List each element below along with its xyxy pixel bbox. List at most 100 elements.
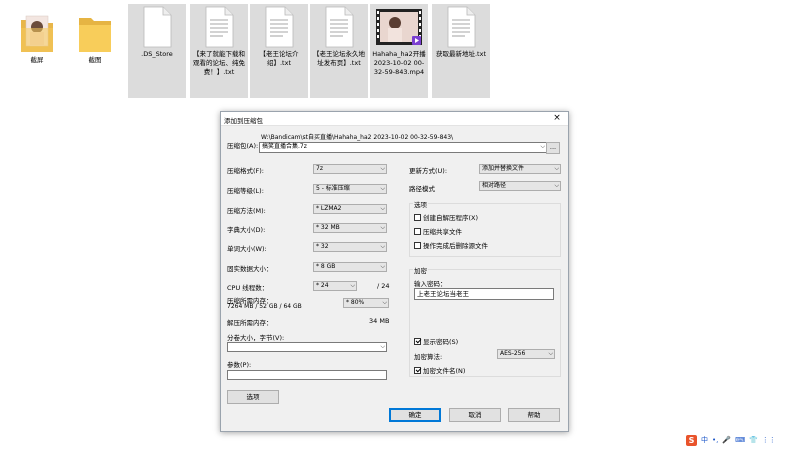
level-select[interactable]: 5 - 标准压缩 ⌵ bbox=[313, 184, 387, 194]
desktop-icon-video[interactable]: Hahaha_ha2开播 2023-10-02 00-32-59-843.mp4 bbox=[370, 4, 428, 98]
desktop-icon-ds-store[interactable]: .DS_Store bbox=[128, 4, 186, 98]
delete-after-label: 操作完成后删除源文件 bbox=[423, 242, 488, 250]
text-file-icon bbox=[447, 6, 476, 48]
mem-decompress-label: 解压所需内存： bbox=[227, 319, 273, 327]
chevron-down-icon: ⌵ bbox=[380, 343, 385, 350]
chevron-down-icon: ⌵ bbox=[380, 224, 385, 231]
update-select[interactable]: 添加并替换文件 ⌵ bbox=[479, 164, 561, 174]
chevron-down-icon: ⌵ bbox=[350, 282, 355, 289]
help-button[interactable]: 帮助 bbox=[508, 408, 560, 422]
desktop-icon-label: 获取最新地址.txt bbox=[435, 50, 486, 58]
path-label: 路径模式 bbox=[409, 185, 435, 193]
ok-button[interactable]: 确定 bbox=[389, 408, 441, 422]
cpu-label: CPU 线程数： bbox=[227, 284, 269, 292]
path-select[interactable]: 相对路径 ⌵ bbox=[479, 181, 561, 191]
desktop-icon-txt-address[interactable]: 【老王论坛永久地址发布页】.txt bbox=[310, 4, 368, 98]
archive-path: W:\Bandicam\st自买直播\Hahaha_ha2 2023-10-02… bbox=[261, 134, 454, 141]
shared-checkbox[interactable]: 压缩共享文件 bbox=[414, 226, 462, 236]
ime-punctuation-icon[interactable]: •, bbox=[712, 436, 718, 444]
skin-icon[interactable]: 👕 bbox=[749, 436, 758, 444]
video-file-icon bbox=[376, 9, 422, 45]
password-label: 输入密码： bbox=[414, 280, 447, 288]
dict-value: * 32 MB bbox=[316, 224, 340, 231]
solid-value: * 8 GB bbox=[316, 263, 336, 270]
method-select[interactable]: * LZMA2 ⌵ bbox=[313, 204, 387, 214]
close-icon[interactable]: × bbox=[552, 113, 562, 124]
format-select[interactable]: 7z ⌵ bbox=[313, 164, 387, 174]
word-select[interactable]: * 32 ⌵ bbox=[313, 242, 387, 252]
options-group-title: 选项 bbox=[413, 199, 428, 209]
archive-name-input[interactable]: 搞笑直播合集.7z ⌵ bbox=[259, 142, 547, 153]
chevron-down-icon: ⌵ bbox=[380, 205, 385, 212]
sogou-ime-icon[interactable]: S bbox=[686, 434, 697, 446]
encrypt-method-label: 加密算法: bbox=[414, 353, 443, 361]
password-input[interactable]: 上老王论坛当老王 bbox=[414, 288, 554, 300]
cpu-value: * 24 bbox=[316, 282, 329, 289]
encrypt-names-checkbox[interactable]: 加密文件名(N) bbox=[414, 365, 465, 375]
dialog-titlebar[interactable]: 添加到压缩包 × bbox=[221, 112, 568, 126]
mem-compress-value: * 80% bbox=[346, 299, 365, 306]
method-label: 压缩方法(M): bbox=[227, 207, 266, 215]
desktop-icon-txt-latest[interactable]: 获取最新地址.txt bbox=[432, 4, 490, 98]
show-password-checkbox[interactable]: 显示密码(S) bbox=[414, 336, 458, 346]
blank-file-icon bbox=[143, 6, 172, 48]
desktop-icon-label: 【老王论坛介绍】.txt bbox=[259, 50, 299, 67]
mem-decompress-value: 34 MB bbox=[369, 317, 390, 325]
level-label: 压缩等级(L): bbox=[227, 187, 264, 195]
mem-compress-select[interactable]: * 80% ⌵ bbox=[343, 298, 389, 308]
word-label: 单词大小(W): bbox=[227, 245, 267, 253]
delete-after-checkbox[interactable]: 操作完成后删除源文件 bbox=[414, 240, 488, 250]
ime-toolbox-icon[interactable]: ⋮⋮ bbox=[762, 436, 776, 444]
encrypt-method-select[interactable]: AES-256 ⌵ bbox=[497, 349, 555, 359]
desktop-icon-jieping[interactable]: 截屏 bbox=[8, 4, 66, 98]
desktop-icon-txt-intro[interactable]: 【老王论坛介绍】.txt bbox=[250, 4, 308, 98]
microphone-icon[interactable]: 🎤 bbox=[722, 436, 731, 444]
text-file-icon bbox=[265, 6, 294, 48]
cancel-button[interactable]: 取消 bbox=[449, 408, 501, 422]
format-label: 压缩格式(F): bbox=[227, 167, 265, 175]
browse-button[interactable]: ... bbox=[546, 142, 560, 154]
update-label: 更新方式(U): bbox=[409, 167, 448, 175]
encrypt-group-title: 加密 bbox=[413, 265, 428, 275]
desktop-icon-label: 【来了就能下载和观看的论坛、纯免费！】.txt bbox=[193, 50, 245, 76]
encrypt-names-label: 加密文件名(N) bbox=[423, 367, 466, 375]
keyboard-icon[interactable]: ⌨ bbox=[735, 436, 745, 444]
chevron-down-icon: ⌵ bbox=[540, 143, 545, 150]
sfx-checkbox[interactable]: 创建自解压程序(X) bbox=[414, 212, 478, 222]
checkbox-checked-icon bbox=[414, 337, 421, 345]
ime-language-toggle[interactable]: 中 bbox=[701, 435, 708, 445]
text-file-icon bbox=[325, 6, 354, 48]
chevron-down-icon: ⌵ bbox=[548, 350, 553, 357]
desktop-icon-label: .DS_Store bbox=[141, 50, 173, 58]
solid-select[interactable]: * 8 GB ⌵ bbox=[313, 262, 387, 272]
desktop-icon-label: 截屏 bbox=[30, 56, 44, 64]
desktop-icon-jietu[interactable]: 截图 bbox=[66, 4, 124, 98]
archive-name-value: 搞笑直播合集.7z bbox=[262, 143, 307, 150]
params-input[interactable] bbox=[227, 370, 387, 380]
chevron-down-icon: ⌵ bbox=[380, 185, 385, 192]
photo-folder-icon bbox=[21, 15, 53, 52]
desktop-icon-label: 【老王论坛永久地址发布页】.txt bbox=[313, 50, 365, 67]
folder-icon bbox=[79, 18, 111, 52]
options-button[interactable]: 选项 bbox=[227, 390, 279, 404]
word-value: * 32 bbox=[316, 243, 329, 250]
desktop-icon-txt-free[interactable]: 【来了就能下载和观看的论坛、纯免费！】.txt bbox=[190, 4, 248, 98]
shared-label: 压缩共享文件 bbox=[423, 228, 462, 236]
sfx-label: 创建自解压程序(X) bbox=[423, 214, 479, 222]
cpu-select[interactable]: * 24 ⌵ bbox=[313, 281, 357, 291]
chevron-down-icon: ⌵ bbox=[554, 182, 559, 189]
mem-compress-detail: 7264 MB / 52 GB / 64 GB bbox=[227, 303, 302, 310]
dialog-title: 添加到压缩包 bbox=[224, 117, 263, 125]
checkbox-checked-icon bbox=[414, 366, 421, 374]
update-value: 添加并替换文件 bbox=[482, 165, 525, 172]
show-password-label: 显示密码(S) bbox=[423, 338, 459, 346]
checkbox-icon bbox=[414, 213, 421, 221]
split-select[interactable]: ⌵ bbox=[227, 342, 387, 352]
split-label: 分卷大小，字节(V): bbox=[227, 334, 285, 342]
dict-select[interactable]: * 32 MB ⌵ bbox=[313, 223, 387, 233]
chevron-down-icon: ⌵ bbox=[382, 299, 387, 306]
ime-tray: S 中 •, 🎤 ⌨ 👕 ⋮⋮ bbox=[686, 433, 776, 447]
chevron-down-icon: ⌵ bbox=[380, 263, 385, 270]
chevron-down-icon: ⌵ bbox=[554, 165, 559, 172]
add-to-archive-dialog: 添加到压缩包 × 压缩包(A): W:\Bandicam\st自买直播\Haha… bbox=[220, 111, 569, 432]
